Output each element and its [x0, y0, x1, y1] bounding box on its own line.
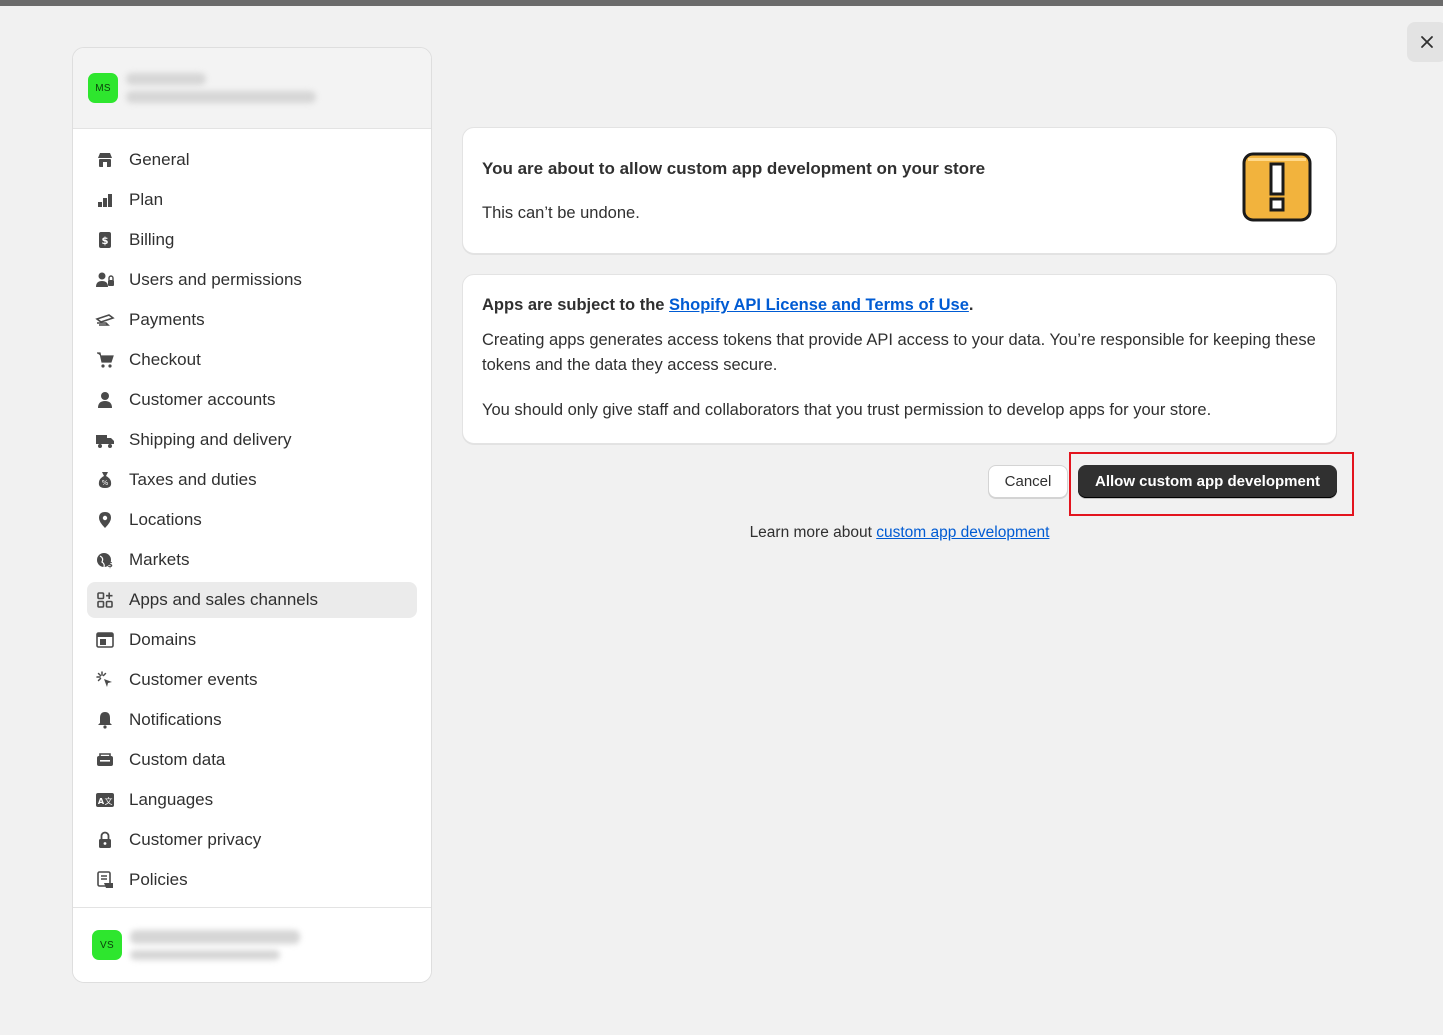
settings-sidebar: MS General Plan $ Billing Users and perm… [72, 47, 432, 983]
apps-icon [95, 590, 115, 610]
sidebar-item-markets[interactable]: $ Markets [87, 542, 417, 578]
sidebar-item-locations[interactable]: Locations [87, 502, 417, 538]
sidebar-item-label: Policies [129, 870, 188, 889]
svg-text:文: 文 [105, 796, 113, 806]
sidebar-item-checkout[interactable]: Checkout [87, 342, 417, 378]
sidebar-item-notifications[interactable]: Notifications [87, 702, 417, 738]
person-icon [95, 390, 115, 410]
bell-icon [95, 710, 115, 730]
terms-heading-suffix: . [968, 296, 974, 314]
sidebar-item-plan[interactable]: Plan [87, 182, 417, 218]
sidebar-item-shipping[interactable]: Shipping and delivery [87, 422, 417, 458]
cursor-icon [95, 670, 115, 690]
sidebar-item-label: Apps and sales channels [129, 590, 319, 609]
sidebar-item-general[interactable]: General [87, 142, 417, 178]
terms-paragraph-2: You should only give staff and collabora… [482, 401, 1212, 419]
user-account[interactable]: VS [73, 907, 431, 982]
sidebar-item-label: Plan [129, 190, 164, 209]
terms-card: Apps are subject to the Shopify API Lice… [462, 274, 1337, 444]
sidebar-item-languages[interactable]: A文 Languages [87, 782, 417, 818]
sidebar-item-label: Custom data [129, 750, 226, 769]
window-top-bar [0, 0, 1443, 6]
api-terms-link[interactable]: Shopify API License and Terms of Use [669, 296, 969, 314]
terms-heading: Apps are subject to the Shopify API Lice… [482, 296, 973, 315]
warning-title: You are about to allow custom app develo… [482, 159, 986, 178]
sidebar-item-label: Shipping and delivery [129, 430, 292, 449]
lock-icon [95, 830, 115, 850]
user-name-redacted [130, 930, 300, 960]
sidebar-item-label: General [129, 150, 190, 169]
learn-more-text: Learn more about custom app development [462, 524, 1337, 542]
policies-icon [95, 870, 115, 890]
payments-icon [95, 310, 115, 330]
sidebar-item-label: Billing [129, 230, 175, 249]
store-switcher[interactable]: MS [73, 48, 431, 129]
settings-nav: General Plan $ Billing Users and permiss… [73, 129, 431, 898]
sidebar-item-label: Customer privacy [129, 830, 262, 849]
close-icon [1421, 36, 1433, 48]
sidebar-item-domains[interactable]: Domains [87, 622, 417, 658]
store-avatar: MS [88, 73, 118, 103]
sidebar-item-label: Payments [129, 310, 205, 329]
sidebar-item-policies[interactable]: Policies [87, 862, 417, 898]
sidebar-item-payments[interactable]: Payments [87, 302, 417, 338]
sidebar-item-apps[interactable]: Apps and sales channels [87, 582, 417, 618]
terms-paragraph-1: Creating apps generates access tokens th… [482, 331, 1316, 374]
sidebar-item-label: Notifications [129, 710, 222, 729]
sidebar-item-taxes[interactable]: % Taxes and duties [87, 462, 417, 498]
billing-icon: $ [95, 230, 115, 250]
sidebar-item-customer-accounts[interactable]: Customer accounts [87, 382, 417, 418]
custom-app-development-link[interactable]: custom app development [876, 524, 1049, 541]
sidebar-item-label: Taxes and duties [129, 470, 257, 489]
location-icon [95, 510, 115, 530]
svg-text:$: $ [102, 236, 109, 247]
users-icon [95, 270, 115, 290]
globe-icon: $ [95, 550, 115, 570]
database-icon [95, 750, 115, 770]
truck-icon [95, 430, 115, 450]
store-name-redacted [126, 73, 316, 103]
store-icon [95, 150, 115, 170]
domains-icon [95, 630, 115, 650]
allow-custom-app-development-button[interactable]: Allow custom app development [1078, 465, 1337, 498]
warning-icon [1242, 152, 1312, 222]
sidebar-item-label: Locations [129, 510, 202, 529]
user-avatar: VS [92, 930, 122, 960]
cart-icon [95, 350, 115, 370]
sidebar-item-label: Customer accounts [129, 390, 276, 409]
svg-text:$: $ [107, 560, 113, 569]
svg-text:%: % [102, 479, 109, 487]
sidebar-item-label: Domains [129, 630, 197, 649]
language-icon: A文 [95, 790, 115, 810]
tax-icon: % [95, 470, 115, 490]
plan-icon [95, 190, 115, 210]
sidebar-item-label: Customer events [129, 670, 258, 689]
sidebar-item-billing[interactable]: $ Billing [87, 222, 417, 258]
sidebar-item-custom-data[interactable]: Custom data [87, 742, 417, 778]
sidebar-item-label: Checkout [129, 350, 201, 369]
sidebar-item-label: Users and permissions [129, 270, 302, 289]
warning-card: You are about to allow custom app develo… [462, 127, 1337, 254]
sidebar-item-customer-privacy[interactable]: Customer privacy [87, 822, 417, 858]
sidebar-item-customer-events[interactable]: Customer events [87, 662, 417, 698]
warning-subtitle: This can’t be undone. [482, 204, 640, 222]
close-button[interactable] [1407, 22, 1443, 62]
cancel-button[interactable]: Cancel [988, 465, 1068, 498]
learn-more-prefix: Learn more about [749, 524, 877, 541]
sidebar-item-label: Languages [129, 790, 214, 809]
sidebar-item-users[interactable]: Users and permissions [87, 262, 417, 298]
sidebar-item-label: Markets [129, 550, 190, 569]
terms-heading-prefix: Apps are subject to the [482, 296, 670, 314]
